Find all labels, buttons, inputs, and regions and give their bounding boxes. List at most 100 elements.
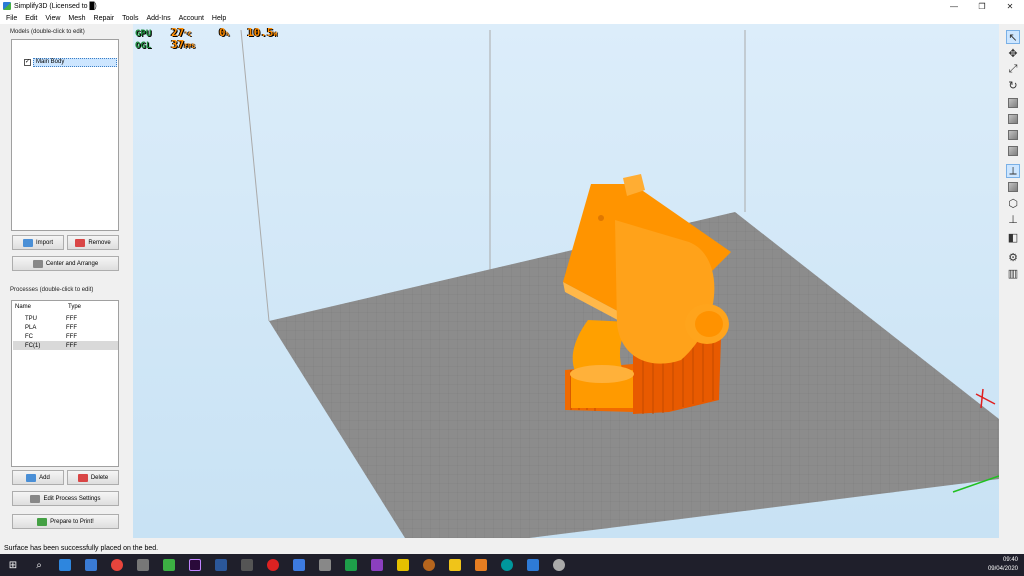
prepare-to-print-label: Prepare to Print! [50,518,94,525]
menu-tools[interactable]: Tools [118,15,142,22]
delete-process-button[interactable]: Delete [67,470,119,485]
clock-time: 09:40 [1002,557,1018,563]
settings-icon [30,494,41,503]
app-icon[interactable] [338,554,364,576]
premiere-icon[interactable] [182,554,208,576]
scene-svg [240,29,999,538]
support-tool-icon[interactable]: ▥ [1006,266,1020,280]
restore-button[interactable]: ❐ [968,0,996,12]
title-bar: Simplify3D (Licensed to █) — ❐ ✕ [0,0,1024,12]
simplify3d-taskbar-icon[interactable] [520,554,546,576]
hud-fps-value: 37 [171,38,185,51]
process-row-fc[interactable]: FC FFF [13,332,118,341]
mail-icon[interactable] [78,554,104,576]
printer-icon [37,517,48,526]
model-item-main-body[interactable]: ✓ Main Body [24,57,117,67]
models-list[interactable]: ✓ Main Body [11,39,119,231]
chrome-icon[interactable] [104,554,130,576]
prepare-to-print-button[interactable]: Prepare to Print! [12,514,119,529]
section-view-icon[interactable]: ⊥ [1006,212,1020,226]
file-explorer-icon[interactable] [52,554,78,576]
import-button[interactable]: Import [12,235,64,250]
wireframe-cube-icon[interactable]: ⬡ [1006,196,1020,210]
app-icon[interactable] [390,554,416,576]
menu-account[interactable]: Account [175,15,208,22]
camtasia-icon[interactable] [156,554,182,576]
menu-add-ins[interactable]: Add-Ins [142,15,174,22]
menu-file[interactable]: File [2,15,21,22]
windows-start-icon[interactable]: ⊞ [0,554,26,576]
add-process-button[interactable]: Add [12,470,64,485]
app-icon[interactable] [312,554,338,576]
minimize-button[interactable]: — [940,0,968,12]
process-name: PLA [25,324,37,331]
model-visible-checkbox[interactable]: ✓ [24,58,31,66]
processes-col-name: Name [15,304,32,310]
center-and-arrange-button[interactable]: Center and Arrange [12,256,119,271]
menu-help[interactable]: Help [208,15,230,22]
edit-process-settings-button[interactable]: Edit Process Settings [12,491,119,506]
gear-icon[interactable]: ⚙ [1006,250,1020,264]
remove-button[interactable]: Remove [67,235,119,250]
window-controls: — ❐ ✕ [940,0,1024,12]
3d-viewport[interactable]: GPU 27°C 0% 10.5W OGL 37FPS [133,24,999,538]
axes-toggle-icon[interactable]: ⟂ [1006,164,1020,178]
add-button-label: Add [39,474,50,481]
app-icon[interactable] [546,554,572,576]
processes-section-label: Processes (double-click to edit) [10,287,94,293]
move-tool-icon[interactable]: ✥ [1006,46,1020,60]
process-type: FFF [66,342,77,349]
processes-list[interactable]: Name Type TPU FFF PLA FFF FC FFF FC(1) F… [11,300,119,467]
hud-fps-unit: FPS [184,43,196,50]
menu-repair[interactable]: Repair [90,15,119,22]
simplify3d-app-icon [3,2,11,10]
view-front-cube-icon[interactable] [1006,96,1020,110]
app-icon[interactable] [286,554,312,576]
import-icon [22,238,33,247]
model-side-port-inner [695,311,723,337]
process-type: FFF [66,333,77,340]
hud-clock-unit: W [273,31,278,38]
menu-mesh[interactable]: Mesh [64,15,89,22]
app-icon[interactable] [130,554,156,576]
add-icon [26,473,37,482]
remove-icon [75,238,86,247]
system-clock[interactable]: 09:40 09/04/2020 [988,556,1018,574]
app-icon[interactable] [364,554,390,576]
process-row-fc1[interactable]: FC(1) FFF [13,341,118,350]
select-tool-icon[interactable]: ↖ [1006,30,1020,44]
view-back-cube-icon[interactable] [1006,112,1020,126]
hud-gpu-label: GPU [135,29,152,39]
app-icon[interactable] [416,554,442,576]
x-axis-marker [975,393,996,405]
app-icon[interactable] [234,554,260,576]
process-name: FC(1) [25,342,41,349]
center-arrange-label: Center and Arrange [45,260,99,267]
scale-tool-icon[interactable]: ⤢ [1006,62,1020,76]
close-button[interactable]: ✕ [996,0,1024,12]
hud-ogl-label: OGL [135,41,152,51]
taskbar: ⊞ ⌕ 09:40 09/04/2020 [0,554,1024,576]
processes-header: Name Type [15,304,115,310]
rotate-tool-icon[interactable]: ↻ [1006,78,1020,92]
menu-view[interactable]: View [41,15,64,22]
models-section-label: Models (double-click to edit) [10,29,85,35]
arduino-icon[interactable] [494,554,520,576]
process-row-tpu[interactable]: TPU FFF [13,314,118,323]
hud-clock: 10.5W [247,26,277,39]
view-left-cube-icon[interactable] [1006,128,1020,142]
process-row-pla[interactable]: PLA FFF [13,323,118,332]
process-name: TPU [25,315,37,322]
word-icon[interactable] [208,554,234,576]
hud-angle: 0% [219,26,229,39]
search-icon[interactable]: ⌕ [26,554,52,576]
app-icon[interactable] [442,554,468,576]
view-right-cube-icon[interactable] [1006,144,1020,158]
solid-view-cube-icon[interactable] [1006,180,1020,194]
menu-edit[interactable]: Edit [21,15,41,22]
clock-date: 09/04/2020 [987,566,1018,572]
cross-section-icon[interactable]: ◧ [1006,230,1020,244]
app-icon[interactable] [468,554,494,576]
processes-col-type: Type [68,304,82,310]
solidworks-icon[interactable] [260,554,286,576]
